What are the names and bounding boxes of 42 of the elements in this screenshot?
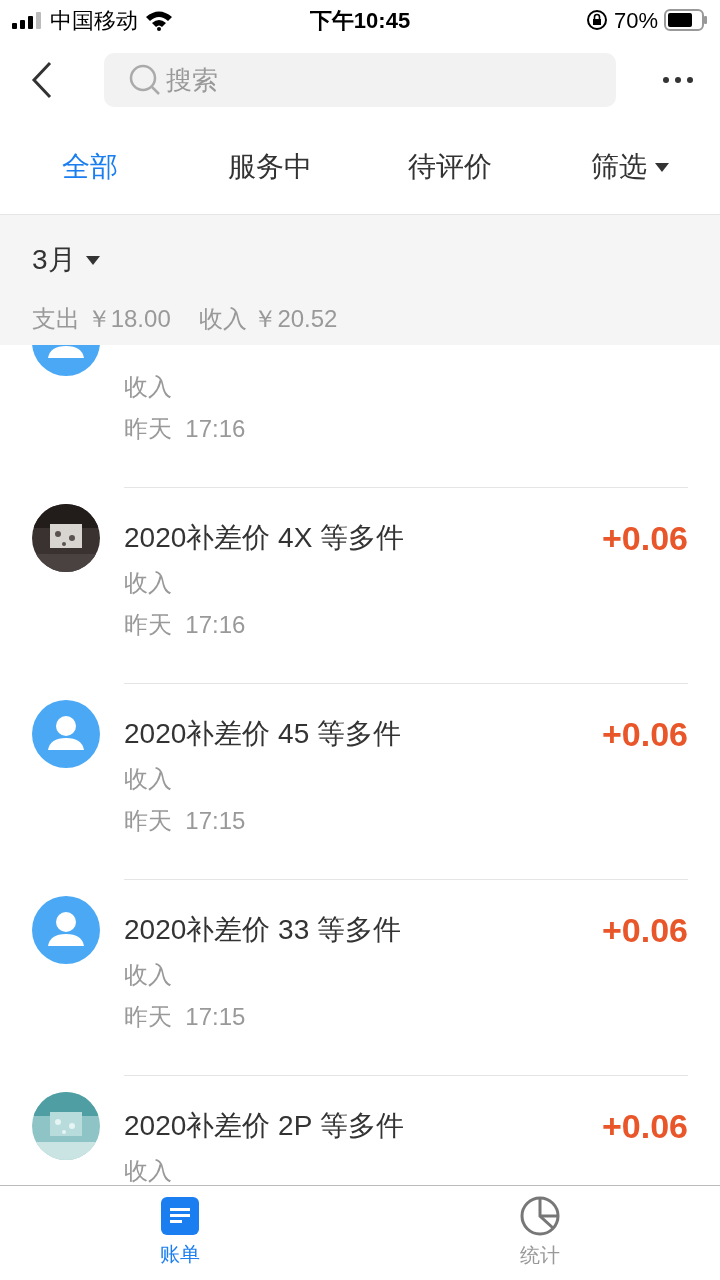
record-amount: +0.06 [601,518,688,558]
caret-icon [655,162,669,172]
signal-icon [12,11,44,29]
expense-summary: 支出 ￥18.00 [32,304,171,334]
record-time: 昨天 17:16 [124,414,247,444]
record-time: 昨天 17:15 [124,1002,247,1032]
record-amount: +0.06 [601,910,688,950]
bottom-tab[interactable]: 账单 [0,1186,360,1280]
search-field[interactable]: 搜索 [104,53,616,107]
tab[interactable]: 全部 [0,146,180,188]
record-type: 收入 [124,372,173,402]
battery-icon [664,9,708,31]
back-icon [30,60,54,100]
record-amount: +0.06 [601,714,688,754]
carrier-name: 中国移动 [50,6,138,35]
search-icon [128,63,162,97]
record-title: 2020补差价 2P 等多件 [124,1110,404,1141]
bill-icon [161,1197,199,1235]
tab[interactable]: 待评价 [360,146,540,188]
record-title: 2020补差价 45 等多件 [124,718,401,749]
tab[interactable]: 服务中 [180,146,360,188]
filter-tab[interactable]: 筛选 [540,146,720,188]
record-time: 昨天 17:15 [124,806,247,836]
record-type: 收入 [124,1156,173,1185]
record-title: 2020补差价 4X 等多件 [124,522,405,553]
battery-percent: 70% [613,6,658,35]
rotation-lock-icon [585,9,608,31]
month-selector[interactable]: 3月 [32,239,100,281]
record-type: 收入 [124,764,173,794]
clock: 下午10:45 [309,6,411,35]
avatar-icon [32,700,100,768]
more-icon [662,76,694,84]
income-summary: 收入 ￥20.52 [198,304,338,334]
record-amount: +0.06 [601,1106,688,1146]
wifi-icon [144,9,174,31]
record-time: 昨天 17:16 [124,610,247,640]
record-type: 收入 [124,960,173,990]
record-type: 收入 [124,568,173,598]
avatar-icon [32,896,100,964]
caret-icon [85,255,100,265]
pie-chart-icon [520,1196,560,1236]
record-title: 2020补差价 33 等多件 [124,914,401,945]
